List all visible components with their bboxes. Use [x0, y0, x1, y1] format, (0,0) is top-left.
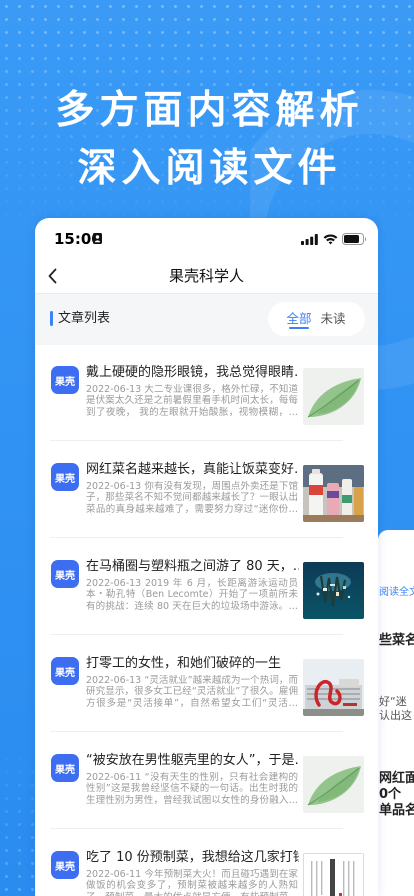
battery-icon [342, 233, 367, 245]
guoke-source-icon: 果壳 [51, 366, 79, 394]
article-date: 2022-06-13 [86, 675, 142, 686]
article-list: 果壳 戴上硬硬的隐形眼镜，我总觉得眼睛… 2022-06-13 大二专业课很多，格外… [35, 345, 378, 896]
person-badge-icon [93, 233, 102, 244]
status-bar: 15:00 [35, 218, 378, 260]
article-item[interactable]: 果壳 戴上硬硬的隐形眼镜，我总觉得眼睛… 2022-06-13 大二专业课很多，格外… [35, 345, 378, 442]
article-summary: 2022-06-11 “没有天生的性别，只有社会建构的性别”这是我曾经坚信不疑的… [86, 772, 298, 806]
background-card-text: 认出这 [379, 709, 412, 722]
document-cover-image[interactable] [303, 853, 364, 896]
divider [50, 634, 343, 635]
background-article-card: 阅读全文些菜名好“迷认出这网红面0个单品名 [378, 530, 414, 896]
building-sculpture-image[interactable] [303, 659, 364, 716]
source-icon-label: 果壳 [55, 861, 75, 873]
tab-all[interactable]: 全部 [286, 302, 311, 336]
read-full-link[interactable]: 阅读全文 [379, 583, 414, 598]
guoke-source-icon: 果壳 [51, 657, 79, 685]
section-accent-bar [50, 311, 53, 326]
tab-unread[interactable]: 未读 [320, 302, 345, 336]
divider [50, 440, 343, 441]
background-card-text: 单品名 [379, 803, 414, 818]
guoke-source-icon: 果壳 [51, 754, 79, 782]
article-summary: 2022-06-11 今年预制菜大火！而且碰巧遇到在家做饭的机会变多了，预制菜被… [86, 869, 298, 896]
article-summary: 2022-06-13 2019 年 6 月，长距离游泳运动员本・勒孔特（Ben … [86, 578, 298, 612]
green-leaf-image[interactable] [303, 756, 364, 813]
article-date: 2022-06-13 [86, 578, 142, 589]
navigation-bar: 果壳科学人 [35, 260, 378, 293]
article-title[interactable]: 打零工的女性，和她们破碎的一生 [86, 655, 299, 672]
wifi-icon [323, 234, 338, 245]
article-item[interactable]: 果壳 在马桶圈与塑料瓶之间游了 80 天，… 2022-06-13 2019 年 6… [35, 539, 378, 636]
guoke-source-icon: 果壳 [51, 560, 79, 588]
headline-line-2: 深入阅读文件 [77, 146, 342, 191]
headline-line-1: 多方面内容解析 [55, 88, 364, 133]
divider [50, 828, 343, 829]
article-summary: 2022-06-13 大二专业课很多，格外忙碌，不知道是伏案太久还是之前暑假里看… [86, 384, 298, 418]
article-item[interactable]: 果壳 网红菜名越来越长，真能让饭菜变好… 2022-06-13 你有没有发现，周围点… [35, 442, 378, 539]
article-summary: 2022-06-13 你有没有发现，周围点外卖还是下馆子，那些菜名不知不觉间都越… [86, 481, 298, 515]
article-date: 2022-06-13 [86, 481, 142, 492]
guoke-source-icon: 果壳 [51, 851, 79, 879]
article-title[interactable]: “被安放在男性躯壳里的女人”，于是… [86, 752, 299, 769]
article-title[interactable]: 在马桶圈与塑料瓶之间游了 80 天，… [86, 558, 299, 575]
article-item[interactable]: 果壳 “被安放在男性躯壳里的女人”，于是… 2022-06-11 “没有天生的性别，… [35, 733, 378, 830]
article-date: 2022-06-11 [86, 772, 142, 783]
article-item[interactable]: 果壳 打零工的女性，和她们破碎的一生 2022-06-13 “灵活就业”越来越成为一… [35, 636, 378, 733]
background-card-text: 些菜名 [379, 633, 414, 648]
article-date: 2022-06-11 [86, 869, 142, 880]
filter-tabs: 全部 未读 [268, 302, 365, 336]
bottles-photo-image[interactable] [303, 465, 364, 522]
green-leaf-image[interactable] [303, 368, 364, 425]
source-icon-label: 果壳 [55, 473, 75, 485]
underwater-debris-image[interactable] [303, 562, 364, 619]
source-icon-label: 果壳 [55, 667, 75, 679]
tab-active-indicator [289, 327, 309, 329]
source-icon-label: 果壳 [55, 764, 75, 776]
divider [50, 537, 343, 538]
section-title: 文章列表 [58, 311, 111, 326]
source-icon-label: 果壳 [55, 376, 75, 388]
article-title[interactable]: 戴上硬硬的隐形眼镜，我总觉得眼睛… [86, 364, 299, 381]
source-icon-label: 果壳 [55, 570, 75, 582]
article-item[interactable]: 果壳 吃了 10 份预制菜，我想给这几家打钱！ 2022-06-11 今年预制菜大火… [35, 830, 378, 896]
article-title[interactable]: 网红菜名越来越长，真能让饭菜变好… [86, 461, 299, 478]
phone-screen: 15:00 果壳科学人 文章列表 全部 未读 果壳 戴上硬硬的隐形眼镜，我总觉得… [35, 218, 378, 896]
article-title[interactable]: 吃了 10 份预制菜，我想给这几家打钱！ [86, 849, 299, 866]
article-summary: 2022-06-13 “灵活就业”越来越成为一个热词，而研究显示，很多女工已经“… [86, 675, 298, 709]
page-title: 果壳科学人 [168, 267, 244, 285]
guoke-source-icon: 果壳 [51, 463, 79, 491]
section-header: 文章列表 全部 未读 [35, 294, 378, 345]
signal-icon [301, 234, 318, 245]
article-date: 2022-06-13 [86, 384, 142, 395]
divider [50, 731, 343, 732]
